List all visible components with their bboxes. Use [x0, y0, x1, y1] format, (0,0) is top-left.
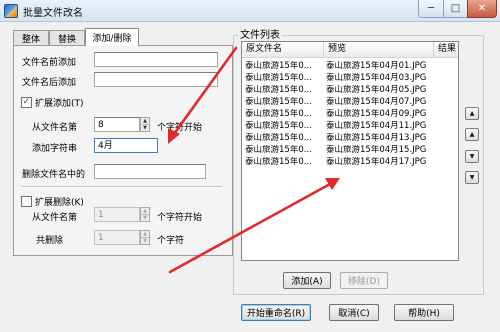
annotation-arrow-down	[168, 182, 332, 274]
annotation-arrow-up	[172, 46, 238, 136]
annotation-arrowhead-down	[325, 178, 340, 190]
annotation-arrows	[168, 46, 340, 274]
annotation-arrowhead-up	[168, 128, 180, 144]
